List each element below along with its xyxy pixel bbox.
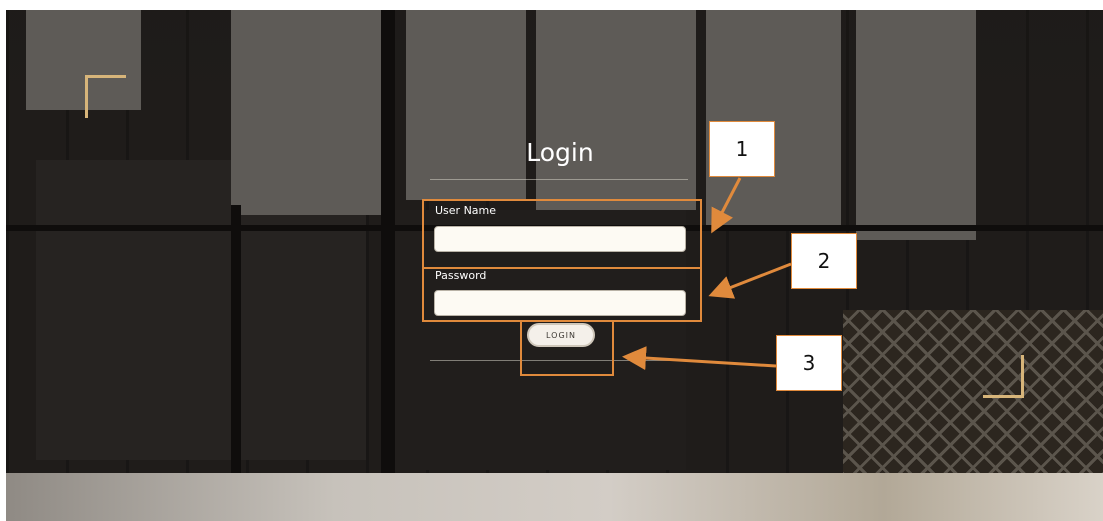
- divider: [430, 179, 688, 180]
- street: [6, 473, 1103, 521]
- annotation-box-password: [422, 267, 702, 322]
- callout-1: 1: [709, 121, 775, 177]
- callout-2: 2: [791, 233, 857, 289]
- annotation-box-login: [520, 320, 614, 376]
- corner-bracket-bottom-right: [983, 355, 1024, 398]
- page-title: Login: [526, 138, 594, 167]
- corner-bracket-top-left: [85, 75, 126, 118]
- annotation-box-username: [422, 199, 702, 269]
- callout-3: 3: [776, 335, 842, 391]
